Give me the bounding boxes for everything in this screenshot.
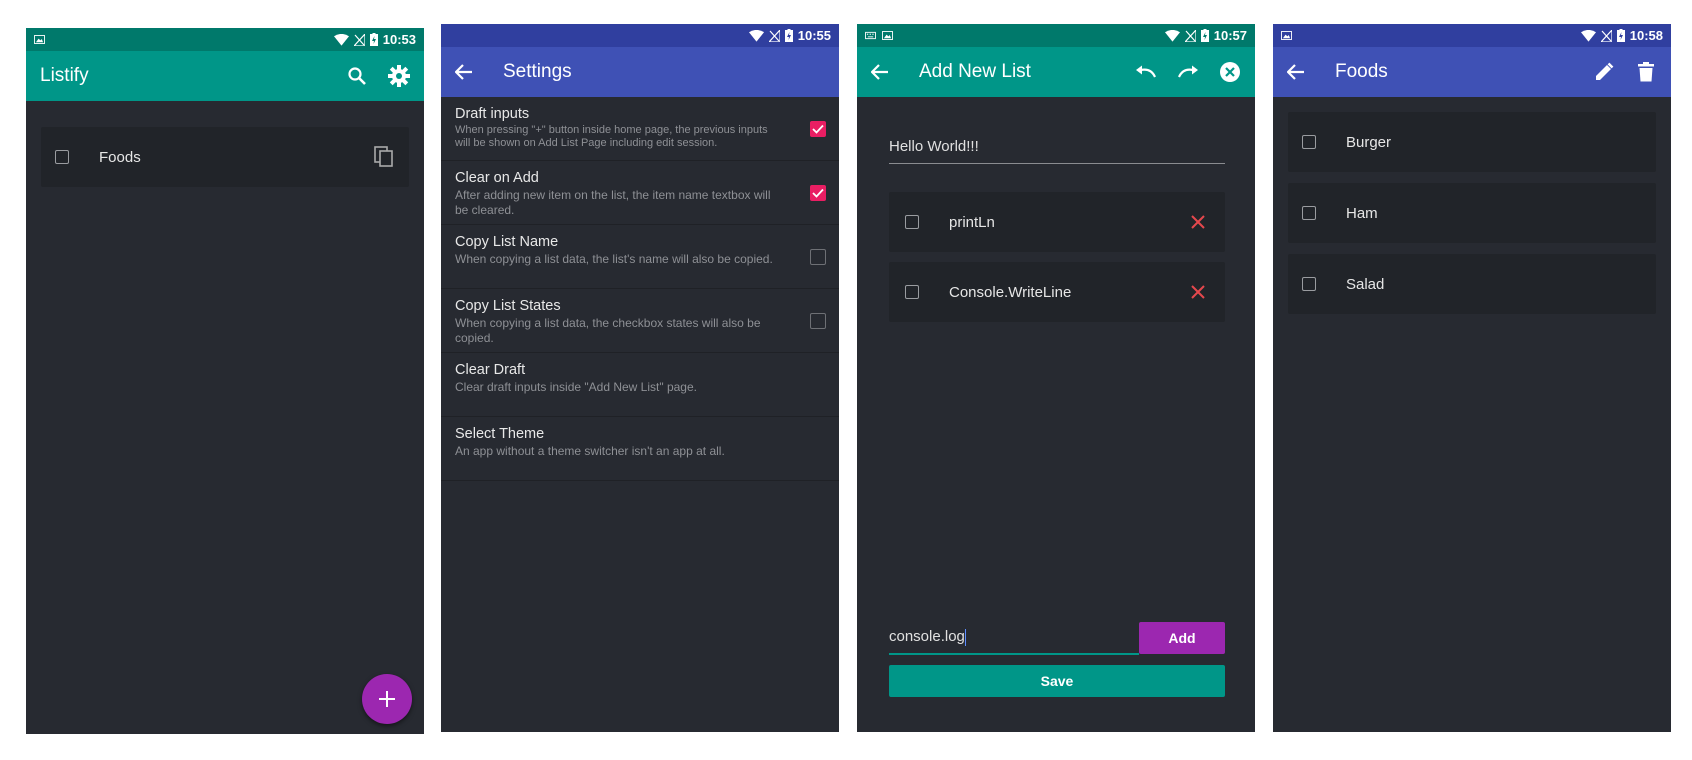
setting-clear-on-add[interactable]: Clear on Add After adding new item on th… — [441, 161, 839, 225]
delete-x-icon[interactable] — [1187, 211, 1209, 233]
battery-charging-icon — [784, 29, 793, 42]
setting-description: Clear draft inputs inside "Add New List"… — [455, 380, 697, 394]
list-item[interactable]: Salad — [1288, 254, 1656, 314]
battery-charging-icon — [369, 33, 378, 46]
text-cursor — [964, 628, 966, 646]
search-icon[interactable] — [346, 65, 368, 87]
back-arrow-icon[interactable] — [871, 61, 893, 83]
image-notification-icon — [882, 31, 893, 40]
list-checkbox[interactable] — [55, 150, 69, 164]
status-time: 10:57 — [1213, 28, 1247, 43]
wifi-icon — [1164, 29, 1180, 42]
status-time: 10:53 — [382, 32, 416, 47]
back-arrow-icon[interactable] — [1287, 61, 1309, 83]
battery-charging-icon — [1200, 29, 1209, 42]
list-name: Foods — [99, 148, 141, 166]
setting-clear-draft[interactable]: Clear Draft Clear draft inputs inside "A… — [441, 353, 839, 417]
page-title: Add New List — [919, 61, 1031, 82]
status-bar: 10:58 — [1273, 24, 1671, 47]
checkmark-icon — [812, 124, 824, 134]
no-signal-icon — [1600, 29, 1612, 42]
app-bar: Listify — [26, 51, 424, 101]
close-circle-icon[interactable] — [1219, 61, 1241, 83]
delete-x-icon[interactable] — [1187, 281, 1209, 303]
list-item[interactable]: Foods — [41, 127, 409, 187]
setting-checkbox[interactable] — [810, 121, 826, 137]
setting-title: Select Theme — [455, 426, 545, 442]
wifi-icon — [333, 33, 349, 46]
wifi-icon — [748, 29, 764, 42]
image-notification-icon — [34, 35, 45, 44]
status-bar: 10:57 — [857, 24, 1255, 47]
no-signal-icon — [353, 33, 365, 46]
new-item-input[interactable]: console.log — [889, 620, 1139, 655]
item-label: Console.WriteLine — [949, 283, 1072, 301]
setting-title: Clear on Add — [455, 170, 539, 186]
keyboard-notification-icon — [865, 31, 876, 40]
gear-icon[interactable] — [388, 65, 410, 87]
item-checkbox[interactable] — [905, 215, 919, 229]
page-title: Foods — [1335, 61, 1388, 82]
setting-description: When copying a list data, the list's nam… — [455, 252, 773, 266]
image-notification-icon — [1281, 31, 1292, 40]
save-button[interactable]: Save — [889, 665, 1225, 697]
battery-charging-icon — [1616, 29, 1625, 42]
app-bar: Settings — [441, 47, 839, 97]
status-time: 10:58 — [1629, 28, 1663, 43]
setting-description: When pressing "+" button inside home pag… — [455, 124, 768, 149]
add-list-fab[interactable] — [362, 674, 412, 724]
no-signal-icon — [768, 29, 780, 42]
setting-checkbox[interactable] — [810, 313, 826, 329]
app-bar: Foods — [1273, 47, 1671, 97]
edit-pencil-icon[interactable] — [1593, 61, 1615, 83]
status-bar: 10:55 — [441, 24, 839, 47]
undo-icon[interactable] — [1135, 61, 1157, 83]
item-label: Burger — [1346, 133, 1392, 151]
item-checkbox[interactable] — [905, 285, 919, 299]
home-screen: 10:53 Listify Foods — [26, 28, 424, 734]
list-item[interactable]: printLn — [889, 192, 1225, 252]
app-bar: Add New List — [857, 47, 1255, 97]
list-name-input[interactable]: Hello World!!! — [889, 130, 1225, 164]
item-checkbox[interactable] — [1302, 277, 1316, 291]
new-item-value: console.log — [889, 628, 965, 645]
list-item[interactable]: Ham — [1288, 183, 1656, 243]
setting-checkbox[interactable] — [810, 249, 826, 265]
item-label: Ham — [1346, 204, 1378, 222]
no-signal-icon — [1184, 29, 1196, 42]
wifi-icon — [1580, 29, 1596, 42]
add-button[interactable]: Add — [1139, 622, 1225, 654]
trash-icon[interactable] — [1635, 61, 1657, 83]
item-label: Salad — [1346, 275, 1385, 293]
item-checkbox[interactable] — [1302, 206, 1316, 220]
add-new-list-screen: 10:57 Add New List Hello World!!! printL… — [857, 24, 1255, 732]
item-checkbox[interactable] — [1302, 135, 1316, 149]
setting-title: Copy List Name — [455, 234, 559, 250]
setting-copy-list-states[interactable]: Copy List States When copying a list dat… — [441, 289, 839, 353]
setting-description: When copying a list data, the checkbox s… — [455, 316, 761, 345]
list-detail-screen: 10:58 Foods Burger Ham Salad — [1273, 24, 1671, 732]
status-time: 10:55 — [797, 28, 831, 43]
page-title: Settings — [503, 61, 572, 82]
setting-description: An app without a theme switcher isn't an… — [455, 444, 725, 458]
list-item[interactable]: Burger — [1288, 112, 1656, 172]
setting-draft-inputs[interactable]: Draft inputs When pressing "+" button in… — [441, 97, 839, 161]
settings-screen: 10:55 Settings Draft inputs When pressin… — [441, 24, 839, 732]
setting-title: Copy List States — [455, 298, 561, 314]
setting-title: Clear Draft — [455, 362, 526, 378]
app-title: Listify — [40, 65, 89, 86]
redo-icon[interactable] — [1177, 61, 1199, 83]
status-bar: 10:53 — [26, 28, 424, 51]
list-item[interactable]: Console.WriteLine — [889, 262, 1225, 322]
setting-select-theme[interactable]: Select Theme An app without a theme swit… — [441, 417, 839, 481]
back-arrow-icon[interactable] — [455, 61, 477, 83]
plus-icon — [379, 691, 395, 707]
checkmark-icon — [812, 188, 824, 198]
setting-copy-list-name[interactable]: Copy List Name When copying a list data,… — [441, 225, 839, 289]
copy-icon[interactable] — [373, 146, 395, 168]
setting-checkbox[interactable] — [810, 185, 826, 201]
setting-description: After adding new item on the list, the i… — [455, 188, 771, 217]
setting-title: Draft inputs — [455, 106, 530, 122]
item-label: printLn — [949, 213, 995, 231]
